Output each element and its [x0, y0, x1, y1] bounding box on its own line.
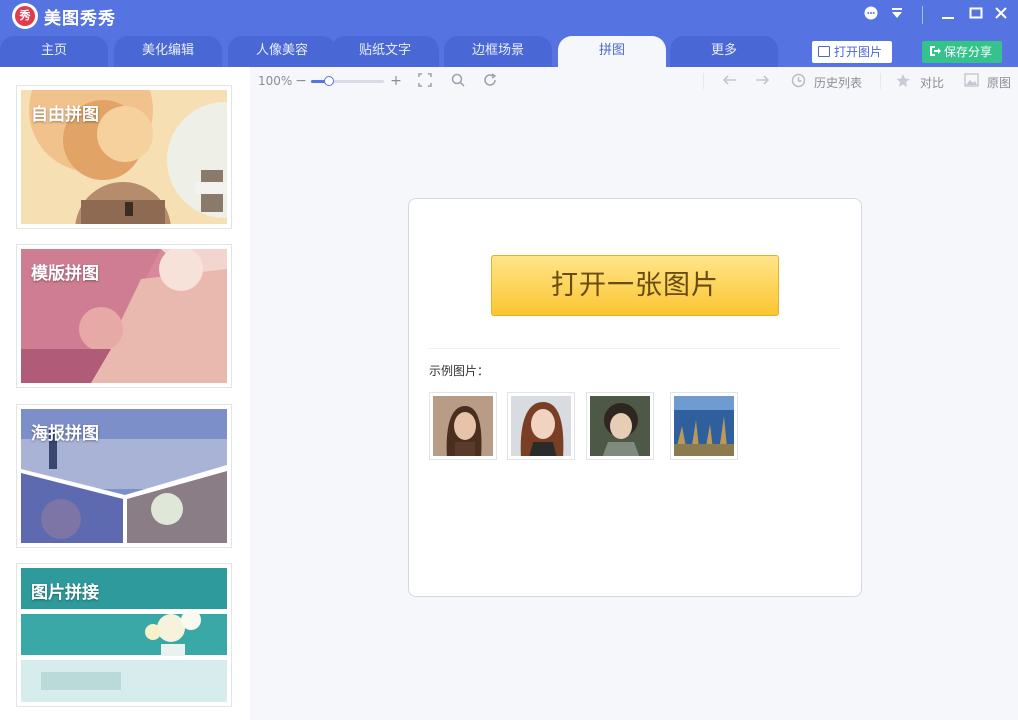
fit-to-window-icon[interactable]: [416, 73, 434, 91]
tab-bar: 主页 美化编辑 人像美容 贴纸文字 边框场景 拼图 更多 打开图片 保存分享: [0, 36, 1018, 67]
zoom-in-icon[interactable]: +: [387, 73, 405, 89]
app-title: 美图秀秀: [44, 9, 116, 29]
tab-frames-scenes[interactable]: 边框场景: [444, 36, 552, 67]
open-image-label: 打开图片: [834, 45, 883, 59]
compare-button[interactable]: 对比: [920, 74, 944, 91]
image-icon: [818, 46, 830, 57]
message-icon[interactable]: [861, 5, 881, 25]
sample-image-thumbnail[interactable]: [670, 392, 738, 460]
original-image-icon[interactable]: [962, 73, 980, 91]
sample-image-thumbnail[interactable]: [507, 392, 575, 460]
panel-divider: [429, 348, 841, 349]
tab-home[interactable]: 主页: [0, 36, 108, 67]
undo-icon[interactable]: [720, 73, 738, 91]
sidebar-item-free-collage[interactable]: 自由拼图: [16, 85, 232, 229]
canvas-toolbar: 100% − + 历史列表 对比 原图: [250, 67, 1018, 97]
export-icon: [929, 45, 941, 60]
history-list-button[interactable]: 历史列表: [814, 74, 862, 91]
app-logo-icon: 秀: [12, 3, 38, 29]
toolbar-separator: [703, 73, 704, 89]
maximize-icon[interactable]: [966, 5, 986, 25]
tab-more[interactable]: 更多: [670, 36, 778, 67]
original-image-button[interactable]: 原图: [987, 74, 1011, 91]
minimize-icon[interactable]: [938, 5, 958, 25]
open-image-panel: 打开一张图片 示例图片：: [408, 198, 862, 597]
save-share-label: 保存分享: [944, 45, 993, 59]
zoom-out-icon[interactable]: −: [292, 73, 310, 89]
poster-collage-label: 海报拼图: [31, 424, 99, 444]
sidebar-item-template-collage[interactable]: 模版拼图: [16, 244, 232, 388]
sample-image-thumbnail[interactable]: [586, 392, 654, 460]
redo-icon[interactable]: [754, 73, 772, 91]
open-image-button[interactable]: 打开图片: [812, 41, 892, 63]
sidebar-item-image-stitching[interactable]: 图片拼接: [16, 563, 232, 707]
tab-beautify-edit[interactable]: 美化编辑: [114, 36, 222, 67]
tab-collage[interactable]: 拼图: [558, 36, 666, 67]
rotate-icon[interactable]: [481, 73, 499, 91]
actual-size-icon[interactable]: [449, 73, 467, 91]
free-collage-label: 自由拼图: [31, 105, 99, 125]
collage-sidebar: 自由拼图 模版拼图 海报拼图 图片拼接: [0, 67, 250, 720]
app-logo-mark: 秀: [15, 6, 35, 26]
title-separator: [922, 6, 923, 24]
sample-image-thumbnail[interactable]: [429, 392, 497, 460]
title-bar: 秀 美图秀秀: [0, 0, 1018, 36]
tab-portrait[interactable]: 人像美容: [228, 36, 336, 67]
save-share-button[interactable]: 保存分享: [922, 41, 1002, 63]
image-stitching-label: 图片拼接: [31, 583, 99, 603]
zoom-slider[interactable]: [311, 76, 384, 86]
template-collage-label: 模版拼图: [31, 264, 99, 284]
compare-icon[interactable]: [895, 73, 913, 92]
zoom-slider-handle[interactable]: [324, 76, 335, 86]
sample-images-label: 示例图片：: [429, 364, 490, 378]
tab-stickers-text[interactable]: 贴纸文字: [331, 36, 439, 67]
history-icon[interactable]: [789, 73, 807, 92]
toolbar-separator: [880, 73, 881, 89]
close-icon[interactable]: [991, 5, 1011, 25]
menu-dropdown-icon[interactable]: [887, 5, 907, 25]
zoom-percent: 100%: [258, 74, 293, 88]
open-one-image-button[interactable]: 打开一张图片: [491, 255, 779, 316]
sidebar-item-poster-collage[interactable]: 海报拼图: [16, 404, 232, 548]
